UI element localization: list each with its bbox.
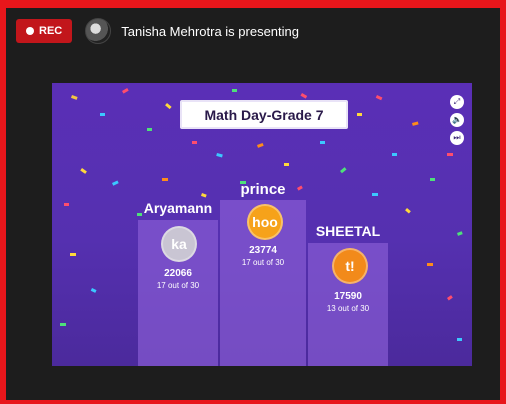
presenter-status: Tanisha Mehrotra is presenting bbox=[121, 23, 299, 39]
presentation-header: REC Tanisha Mehrotra is presenting bbox=[6, 8, 500, 54]
recording-label: REC bbox=[39, 25, 63, 37]
skip-icon[interactable]: ⏭ bbox=[450, 131, 464, 145]
shared-screen: Math Day-Grade 7 ⤢ 🔈 ⏭ Aryamann ka 22066… bbox=[52, 83, 472, 366]
player-name: SHEETAL bbox=[315, 223, 381, 239]
player-correct-count: 13 out of 30 bbox=[326, 304, 370, 313]
player-score: 22066 bbox=[164, 268, 192, 279]
player-score: 23774 bbox=[249, 245, 277, 256]
record-dot-icon bbox=[26, 27, 34, 35]
player-correct-count: 17 out of 30 bbox=[241, 258, 285, 267]
quiz-title: Math Day-Grade 7 bbox=[180, 100, 348, 129]
player-avatar: ka bbox=[161, 226, 197, 262]
player-avatar: hoo bbox=[247, 204, 283, 240]
meeting-window: REC Tanisha Mehrotra is presenting Math … bbox=[6, 8, 500, 400]
player-score: 17590 bbox=[334, 291, 362, 302]
player-name: Aryamann bbox=[143, 200, 213, 216]
fullscreen-icon[interactable]: ⤢ bbox=[450, 95, 464, 109]
recording-indicator: REC bbox=[16, 19, 73, 43]
player-avatar: t! bbox=[332, 248, 368, 284]
player-name: prince bbox=[240, 181, 286, 198]
volume-icon[interactable]: 🔈 bbox=[450, 113, 464, 127]
player-correct-count: 17 out of 30 bbox=[156, 281, 200, 290]
presenter-avatar bbox=[85, 18, 112, 44]
